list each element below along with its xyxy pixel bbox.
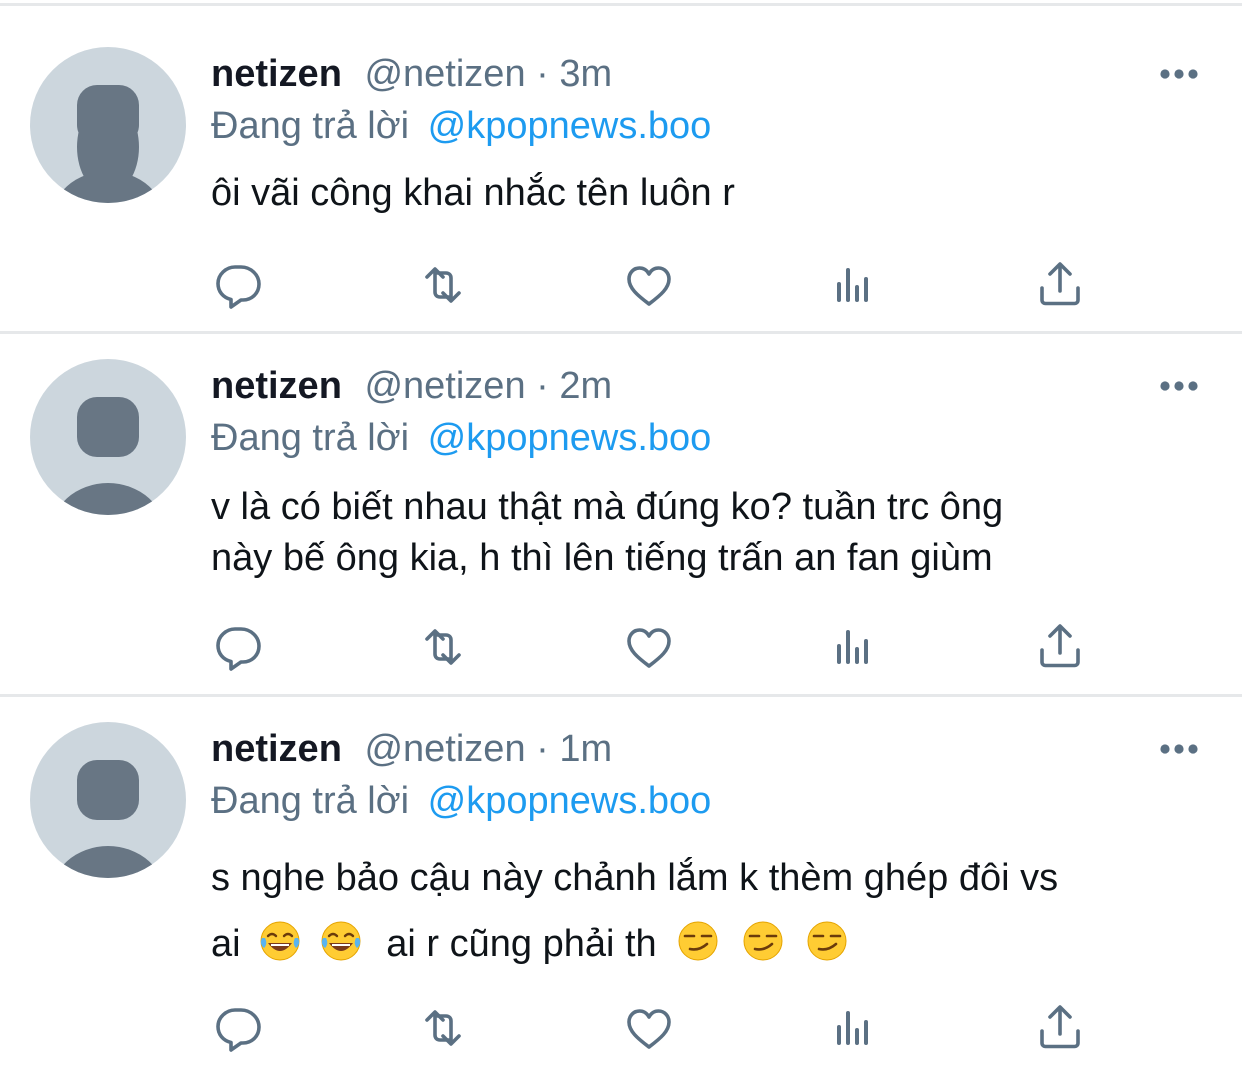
analytics-icon (837, 268, 868, 302)
more-options-button[interactable] (1158, 64, 1202, 84)
replying-prefix: Đang trả lời (211, 780, 410, 822)
heart-icon (627, 628, 671, 668)
retweet-icon (425, 267, 461, 303)
separator: · (536, 728, 549, 770)
avatar[interactable] (30, 722, 186, 878)
like-button[interactable] (619, 255, 679, 315)
share-icon (1040, 1005, 1080, 1049)
face-with-tears-of-joy-icon (260, 921, 300, 961)
display-name[interactable]: netizen (211, 53, 342, 95)
analytics-icon (837, 630, 868, 664)
mention-link[interactable]: @kpopnews.boo (428, 780, 712, 822)
more-options-icon (1160, 69, 1198, 79)
replying-to: Đang trả lời @kpopnews.boo (211, 413, 711, 463)
tweet-text: v là có biết nhau thật mà đúng ko? tuần … (211, 482, 1221, 584)
reply-icon (216, 265, 261, 309)
tweet-header: netizen @netizen · 3m (211, 49, 612, 99)
replying-to: Đang trả lời @kpopnews.boo (211, 101, 711, 151)
analytics-button[interactable] (826, 617, 886, 677)
smirking-face-icon (743, 921, 783, 961)
reply-icon (216, 627, 261, 671)
mention-link[interactable]: @kpopnews.boo (428, 417, 712, 459)
avatar[interactable] (30, 359, 186, 515)
share-icon (1040, 262, 1080, 306)
retweet-icon (425, 629, 461, 665)
retweet-button[interactable] (413, 617, 473, 677)
analytics-icon (837, 1011, 868, 1045)
timestamp[interactable]: 1m (559, 728, 612, 770)
tweet-text-line: ai ai r cũng phải th (211, 911, 1221, 977)
replying-to: Đang trả lời @kpopnews.boo (211, 776, 711, 826)
tweet[interactable]: netizen @netizen · 1m Đang trả lời @kpop… (0, 696, 1242, 1073)
separator: · (536, 53, 549, 95)
more-options-icon (1160, 381, 1198, 391)
avatar[interactable] (30, 47, 186, 203)
action-bar (0, 617, 1242, 677)
tweet-text-line: này bế ông kia, h thì lên tiếng trấn an … (211, 537, 993, 579)
retweet-button[interactable] (413, 998, 473, 1058)
text-fragment: ai r cũng phải th (386, 923, 657, 965)
timestamp[interactable]: 2m (559, 365, 612, 407)
tweet[interactable]: netizen @netizen · 3m Đang trả lời @kpop… (0, 0, 1242, 332)
tweet-text-line: ôi vãi công khai nhắc tên luôn r (211, 172, 735, 214)
default-avatar-icon (54, 760, 162, 878)
analytics-button[interactable] (826, 998, 886, 1058)
more-options-button[interactable] (1158, 376, 1202, 396)
reply-button[interactable] (208, 998, 268, 1058)
handle[interactable]: @netizen (364, 53, 525, 95)
more-options-icon (1160, 744, 1198, 754)
share-icon (1040, 624, 1080, 668)
tweet-header: netizen @netizen · 1m (211, 724, 612, 774)
display-name[interactable]: netizen (211, 365, 342, 407)
replying-prefix: Đang trả lời (211, 105, 410, 147)
more-options-button[interactable] (1158, 739, 1202, 759)
retweet-icon (425, 1010, 461, 1046)
retweet-button[interactable] (413, 255, 473, 315)
reply-button[interactable] (208, 255, 268, 315)
share-button[interactable] (1030, 998, 1090, 1058)
tweet[interactable]: netizen @netizen · 2m Đang trả lời @kpop… (0, 332, 1242, 694)
tweet-text-line: v là có biết nhau thật mà đúng ko? tuần … (211, 486, 1004, 528)
tweet-text-line: s nghe bảo cậu này chảnh lắm k thèm ghép… (211, 857, 1059, 899)
action-bar (0, 255, 1242, 315)
face-with-tears-of-joy-icon (321, 921, 361, 961)
action-bar (0, 998, 1242, 1058)
replying-prefix: Đang trả lời (211, 417, 410, 459)
separator: · (536, 365, 549, 407)
timestamp[interactable]: 3m (559, 53, 612, 95)
share-button[interactable] (1030, 255, 1090, 315)
handle[interactable]: @netizen (364, 365, 525, 407)
reply-icon (216, 1008, 261, 1052)
default-avatar-icon (54, 397, 162, 515)
tweet-text: ôi vãi công khai nhắc tên luôn r (211, 168, 1221, 219)
heart-icon (627, 266, 671, 306)
display-name[interactable]: netizen (211, 728, 342, 770)
smirking-face-icon (807, 921, 847, 961)
smirking-face-icon (678, 921, 718, 961)
share-button[interactable] (1030, 617, 1090, 677)
default-avatar-icon (54, 85, 162, 203)
analytics-button[interactable] (826, 255, 886, 315)
reply-button[interactable] (208, 617, 268, 677)
handle[interactable]: @netizen (364, 728, 525, 770)
like-button[interactable] (619, 998, 679, 1058)
like-button[interactable] (619, 617, 679, 677)
heart-icon (627, 1009, 671, 1049)
tweet-header: netizen @netizen · 2m (211, 361, 612, 411)
mention-link[interactable]: @kpopnews.boo (428, 105, 712, 147)
tweet-text: s nghe bảo cậu này chảnh lắm k thèm ghép… (211, 845, 1221, 977)
text-fragment: ai (211, 923, 241, 965)
